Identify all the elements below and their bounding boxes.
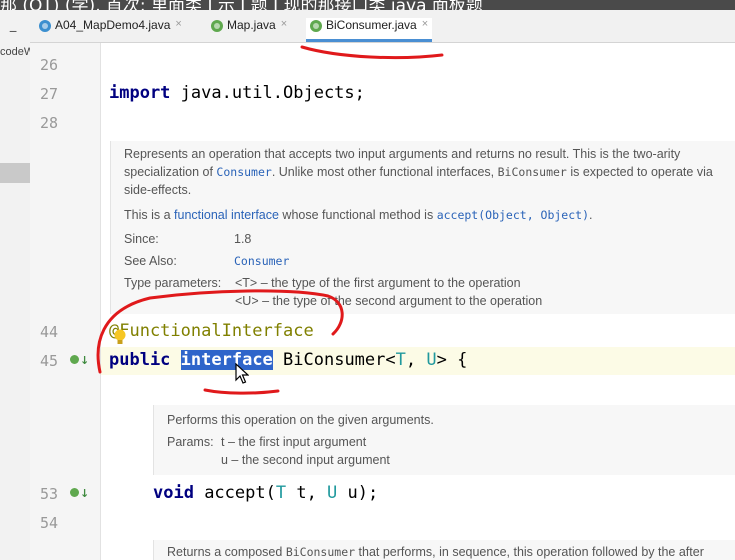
doc-value: u – the second input argument (221, 453, 390, 467)
doc-link[interactable]: Consumer (234, 254, 289, 268)
class-file-icon (39, 20, 51, 32)
interface-file-icon (310, 20, 322, 32)
tab-label: A04_MapDemo4.java (55, 18, 171, 32)
doc-text: specialization of Consumer. Unlike most … (124, 165, 713, 179)
close-tab-icon[interactable]: × (175, 18, 181, 30)
collapse-icon[interactable]: − (9, 23, 17, 39)
import-path: java.util.Objects; (170, 83, 365, 103)
doc-value: 1.8 (234, 232, 252, 246)
caption-text: 那 (OT) (学), 首次: 里面类 J 示 J 题 J 现的那接口类 jav… (0, 0, 483, 10)
selected-tree-row[interactable] (0, 163, 30, 183)
annotation: @FunctionalInterface (109, 321, 314, 341)
doc-label: Since: (124, 232, 159, 246)
doc-value: <U> – the type of the second argument to… (235, 294, 543, 308)
doc-text: side-effects. (124, 183, 192, 197)
close-tab-icon[interactable]: × (281, 18, 287, 30)
doc-link[interactable]: functional interface (174, 208, 279, 222)
doc-text: Represents an operation that accepts two… (124, 147, 681, 161)
video-caption: 那 (OT) (学), 首次: 里面类 J 示 J 题 J 现的那接口类 jav… (0, 0, 735, 10)
method-line: void accept(T t, U u); (153, 483, 379, 503)
doc-label: See Also: (124, 254, 177, 268)
line-number: 53 (39, 485, 58, 503)
doc-label: Type parameters: (124, 276, 222, 290)
interface-file-icon (211, 20, 223, 32)
implemented-arrow-icon[interactable]: ↓ (70, 487, 89, 500)
keyword: import (109, 83, 171, 103)
doc-link[interactable]: Consumer (216, 165, 271, 179)
doc-label: Params: (167, 435, 214, 449)
line-number: 44 (39, 323, 58, 341)
rendered-javadoc: Returns a composed BiConsumer that perfo… (153, 540, 735, 560)
line-number: 27 (39, 85, 58, 103)
line-number-gutter: 26 27 28 44 45 53 54 ↓ ↓ (30, 43, 101, 560)
line-number: 54 (39, 514, 58, 532)
project-pane: − codeW (0, 10, 31, 560)
tab-a04-mapdemo4[interactable]: A04_MapDemo4.java × (39, 18, 182, 42)
rendered-javadoc: Performs this operation on the given arg… (153, 405, 735, 475)
editor-tab-bar: A04_MapDemo4.java × Map.java × BiConsume… (30, 10, 735, 43)
import-line: import java.util.Objects; (109, 83, 365, 103)
tab-biconsumer[interactable]: BiConsumer.java × (306, 18, 433, 42)
declaration-line: public interface BiConsumer<T, U> { (109, 350, 468, 370)
doc-text: This is a functional interface whose fun… (124, 208, 593, 222)
mouse-pointer-icon (235, 363, 249, 384)
project-tree-item[interactable]: codeW (0, 46, 30, 58)
tab-label: Map.java (227, 18, 276, 32)
rendered-javadoc: Represents an operation that accepts two… (110, 141, 735, 314)
line-number: 26 (39, 56, 58, 74)
implemented-arrow-icon[interactable]: ↓ (70, 354, 89, 367)
code-editor[interactable]: import java.util.Objects; Represents an … (101, 43, 735, 560)
tab-map[interactable]: Map.java × (211, 18, 287, 42)
doc-value: <T> – the type of the first argument to … (235, 276, 521, 290)
annotation-line: @FunctionalInterface (109, 321, 314, 341)
doc-text: Performs this operation on the given arg… (167, 413, 434, 427)
line-number: 28 (39, 114, 58, 132)
tab-label: BiConsumer.java (326, 18, 417, 32)
line-number: 45 (39, 352, 58, 370)
lightbulb-icon[interactable] (113, 328, 127, 348)
doc-link[interactable]: accept(Object, Object) (437, 208, 589, 222)
doc-value: t – the first input argument (221, 435, 367, 449)
close-tab-icon[interactable]: × (422, 18, 428, 30)
doc-text: Returns a composed BiConsumer that perfo… (167, 545, 704, 559)
selected-keyword[interactable]: interface (180, 350, 273, 370)
